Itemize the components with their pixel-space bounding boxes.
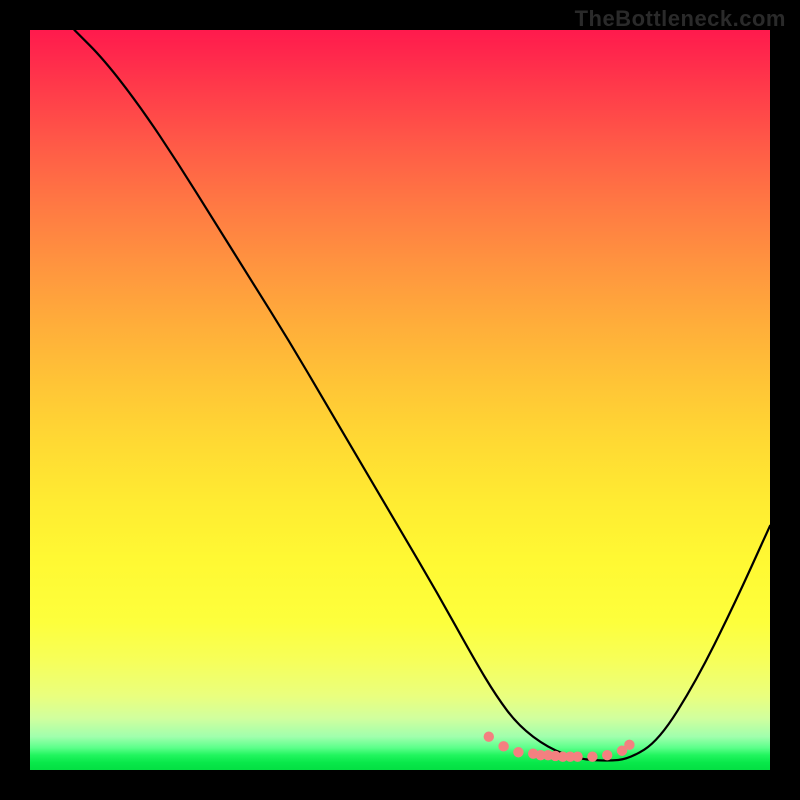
marker-point	[624, 740, 634, 750]
marker-point	[587, 751, 597, 761]
marker-point	[498, 741, 508, 751]
line-series	[74, 30, 770, 761]
watermark-text: TheBottleneck.com	[575, 6, 786, 32]
plot-area	[30, 30, 770, 770]
chart-svg	[30, 30, 770, 770]
marker-point	[513, 747, 523, 757]
marker-point	[484, 732, 494, 742]
marker-point	[572, 751, 582, 761]
marker-point	[602, 750, 612, 760]
chart-container: TheBottleneck.com	[0, 0, 800, 800]
marker-group	[484, 732, 635, 762]
